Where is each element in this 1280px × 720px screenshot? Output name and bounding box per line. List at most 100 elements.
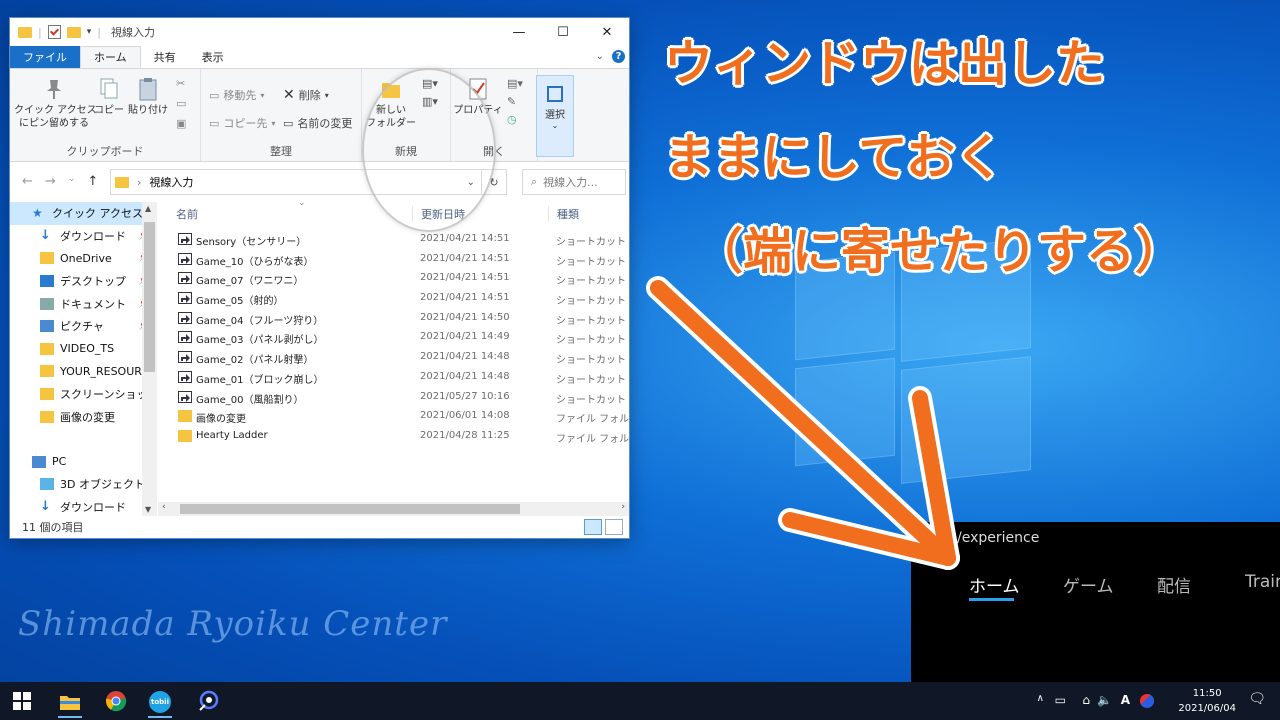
- properties-qa-icon[interactable]: [47, 25, 61, 39]
- nav-item[interactable]: ★ クイック アクセス: [10, 202, 156, 225]
- large-icons-view-icon[interactable]: [605, 519, 623, 535]
- nav-item[interactable]: OneDrive📌: [10, 247, 156, 270]
- paste-button[interactable]: 貼り付け: [128, 77, 168, 117]
- item-count: 11 個の項目: [22, 521, 84, 534]
- tab-share[interactable]: 共有: [141, 46, 189, 68]
- details-view-icon[interactable]: [584, 519, 602, 535]
- nav-item[interactable]: ドキュメント📌: [10, 292, 156, 315]
- delete-button[interactable]: ✕ 削除 ▾: [283, 87, 329, 103]
- chrome-taskbar-button[interactable]: [104, 689, 128, 713]
- horizontal-scroll-thumb[interactable]: [180, 504, 520, 514]
- file-explorer-taskbar-button[interactable]: [58, 687, 82, 718]
- tab-view[interactable]: 表示: [189, 46, 237, 68]
- notifications-icon[interactable]: 🗨: [1248, 691, 1266, 707]
- tray-app-icon[interactable]: ▭: [1055, 693, 1066, 707]
- title-bar[interactable]: | ▾ | 視線入力 — ☐ ✕: [10, 18, 629, 46]
- nav-item-label: 画像の変更: [60, 410, 115, 424]
- nav-item[interactable]: ↓ ダウンロード: [10, 496, 156, 519]
- file-date: 2021/04/21 14:51: [420, 233, 510, 244]
- copy-path-icon[interactable]: ▭: [176, 97, 186, 110]
- file-row[interactable]: Game_10（ひらがな表） 2021/04/21 14:51 ショートカット: [158, 250, 629, 270]
- file-type: ショートカット: [556, 276, 626, 288]
- shortcut-icon: [178, 311, 192, 324]
- minimize-button[interactable]: —: [497, 18, 541, 46]
- nav-item[interactable]: VIDEO_TS: [10, 338, 156, 361]
- nav-item[interactable]: スクリーンショット: [10, 383, 158, 406]
- tab-home[interactable]: ホーム: [80, 46, 141, 68]
- active-tab-underline: [969, 598, 1014, 601]
- nav-scroll-thumb[interactable]: [144, 222, 155, 372]
- file-row[interactable]: Hearty Ladder 2021/04/28 11:25 ファイル フォルダー: [158, 427, 629, 447]
- nav-item[interactable]: ピクチャ📌: [10, 315, 156, 338]
- customize-qa-icon[interactable]: ▾: [87, 27, 92, 37]
- back-arrow-icon[interactable]: ←: [22, 174, 33, 189]
- open-icon[interactable]: ▤▾: [507, 77, 523, 90]
- app-tab-training[interactable]: Trair: [1245, 572, 1280, 592]
- history-icon[interactable]: ◷: [507, 113, 517, 126]
- show-hidden-icons-icon[interactable]: ∧: [1037, 693, 1044, 704]
- nav-item[interactable]: 3D オブジェクト: [10, 473, 156, 496]
- file-explorer-icon: [60, 695, 80, 710]
- select-button[interactable]: 選択 ⌄: [536, 75, 574, 157]
- volume-icon[interactable]: 🔈: [1097, 693, 1112, 707]
- file-row[interactable]: Game_02（パネル射撃） 2021/04/21 14:48 ショートカット: [158, 348, 629, 368]
- file-row[interactable]: 画像の変更 2021/06/01 14:08 ファイル フォルダー: [158, 407, 629, 427]
- breadcrumb-current[interactable]: 視線入力: [149, 174, 193, 190]
- tobii-taskbar-button[interactable]: tobii: [148, 687, 172, 718]
- file-name: Game_02（パネル射撃）: [196, 355, 314, 367]
- move-to-button[interactable]: ▭ 移動先 ▾: [209, 87, 264, 103]
- search-box[interactable]: ⌕ 視線入力...: [522, 169, 626, 195]
- up-arrow-icon[interactable]: ↑: [87, 174, 98, 189]
- file-row[interactable]: Game_05（射的） 2021/04/21 14:51 ショートカット: [158, 289, 629, 309]
- file-row[interactable]: Sensory（センサリー） 2021/04/21 14:51 ショートカット: [158, 230, 629, 250]
- edit-icon[interactable]: ✎: [507, 95, 516, 108]
- pin-icon: [43, 77, 65, 101]
- file-rows: Sensory（センサリー） 2021/04/21 14:51 ショートカット Gam…: [158, 230, 629, 447]
- copy-button[interactable]: コピー: [94, 77, 124, 117]
- network-icon[interactable]: ⌂: [1082, 693, 1090, 707]
- file-row[interactable]: Game_07（ワニワニ） 2021/04/21 14:51 ショートカット: [158, 269, 629, 289]
- security-icon[interactable]: [1140, 694, 1154, 708]
- ribbon: クイック アクセス にピン留めする コピー 貼り付け ✂ ▭ ▣ クリップボード…: [10, 68, 629, 162]
- nav-item[interactable]: デスクトップ📌: [10, 270, 156, 293]
- scroll-right-icon[interactable]: ›: [621, 502, 625, 512]
- eye-app-taskbar-button[interactable]: [196, 689, 220, 713]
- ime-indicator[interactable]: A: [1121, 693, 1130, 707]
- file-row[interactable]: Game_01（ブロック崩し） 2021/04/21 14:48 ショートカット: [158, 368, 629, 388]
- start-button[interactable]: [10, 689, 34, 713]
- scroll-up-icon[interactable]: ▲: [145, 204, 151, 213]
- copy-to-icon: ▭: [209, 116, 220, 130]
- nav-item[interactable]: 画像の変更: [10, 405, 156, 428]
- tab-file[interactable]: ファイル: [10, 46, 80, 68]
- copy-to-button[interactable]: ▭ コピー先 ▾: [209, 115, 275, 131]
- cut-icon[interactable]: ✂: [176, 77, 185, 90]
- nav-scrollbar[interactable]: ▲ ▼: [142, 202, 157, 516]
- nav-item[interactable]: YOUR_RESOURC: [10, 360, 156, 383]
- column-type[interactable]: 種類: [548, 206, 579, 222]
- scroll-left-icon[interactable]: ‹: [162, 502, 166, 512]
- app-tab-streaming[interactable]: 配信: [1157, 572, 1191, 597]
- rename-button[interactable]: ▭ 名前の変更: [283, 115, 352, 131]
- clock[interactable]: 11:50 2021/06/04: [1178, 686, 1236, 716]
- horizontal-scrollbar[interactable]: ‹ ›: [158, 502, 629, 516]
- file-explorer-window[interactable]: | ▾ | 視線入力 — ☐ ✕ ファイル ホーム 共有 表示 ⌄ ? クイック…: [10, 18, 629, 538]
- nav-item[interactable]: ↓ダウンロード📌: [10, 225, 156, 248]
- scroll-down-icon[interactable]: ▼: [145, 505, 151, 514]
- maximize-button[interactable]: ☐: [541, 18, 585, 46]
- close-button[interactable]: ✕: [585, 18, 629, 46]
- new-folder-qa-icon[interactable]: [66, 26, 81, 38]
- file-row[interactable]: Game_04（フルーツ狩り） 2021/04/21 14:50 ショートカット: [158, 309, 629, 329]
- forward-arrow-icon[interactable]: →: [45, 174, 56, 189]
- file-row[interactable]: Game_03（パネル剥がし） 2021/04/21 14:49 ショートカット: [158, 328, 629, 348]
- expand-ribbon-icon[interactable]: ⌄: [596, 51, 604, 62]
- nav-item[interactable]: PC: [10, 451, 156, 474]
- column-name[interactable]: 名前: [176, 206, 198, 222]
- file-name: Game_10（ひらがな表）: [196, 256, 314, 268]
- help-icon[interactable]: ?: [612, 50, 625, 63]
- pin-quick-access-button[interactable]: クイック アクセス にピン留めする: [14, 77, 97, 130]
- file-row[interactable]: Game_00（風船割り） 2021/05/27 10:16 ショートカット: [158, 388, 629, 408]
- file-type: ショートカット: [556, 335, 626, 347]
- app-tab-games[interactable]: ゲーム: [1063, 572, 1114, 597]
- paste-shortcut-icon[interactable]: ▣: [176, 117, 186, 130]
- recent-locations-icon[interactable]: ⌄: [68, 174, 76, 189]
